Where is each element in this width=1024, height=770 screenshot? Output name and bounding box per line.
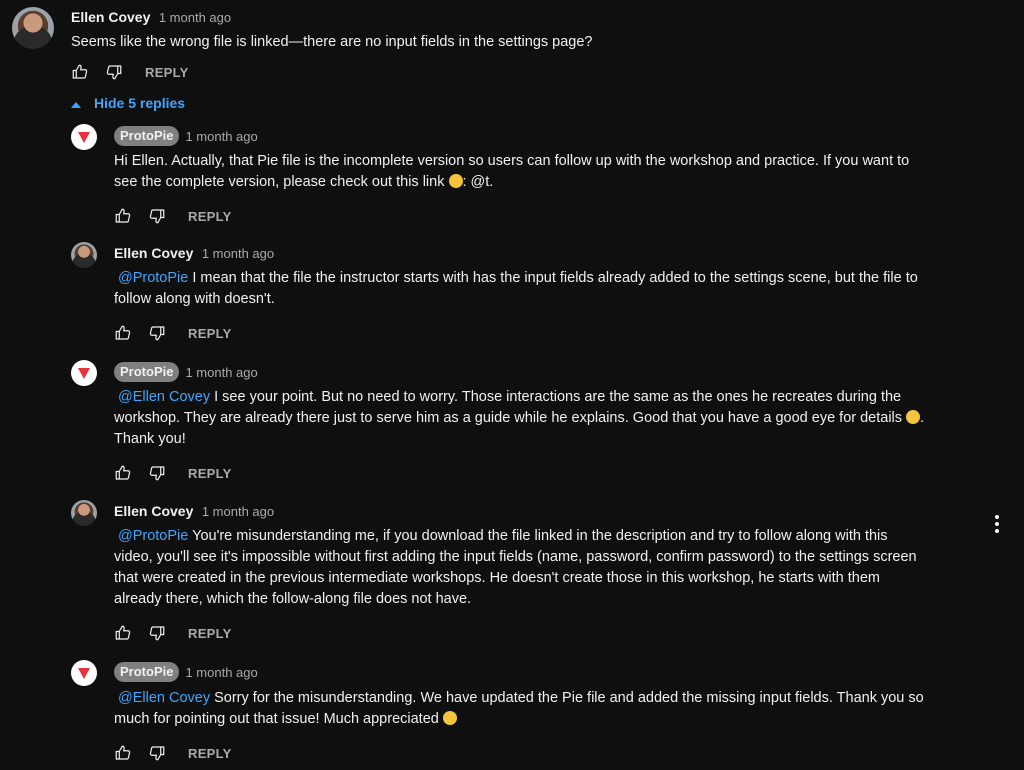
protopie-logo-icon — [78, 132, 90, 143]
reply-text-line: workshop. They are already there just to… — [114, 410, 903, 426]
thumbs-down-icon[interactable] — [105, 63, 123, 81]
timestamp[interactable]: 1 month ago — [202, 246, 274, 261]
timestamp[interactable]: 1 month ago — [202, 504, 274, 519]
reply-text: @Ellen Covey I see your point. But no ne… — [114, 387, 994, 450]
reply-text-line: that were created in the previous interm… — [114, 570, 881, 586]
reply-actions: REPLY — [114, 744, 232, 762]
thumbs-down-icon[interactable] — [148, 624, 166, 642]
mention-link[interactable]: @Ellen Covey — [118, 389, 210, 405]
reply-text-line: . — [920, 410, 925, 426]
avatar[interactable] — [71, 660, 97, 686]
thumbs-up-icon[interactable] — [114, 744, 132, 762]
reply-header: ProtoPie 1 month ago — [114, 126, 258, 146]
avatar[interactable] — [71, 124, 97, 150]
author-name[interactable]: Ellen Covey — [71, 9, 150, 25]
more-vert-icon[interactable] — [995, 515, 999, 533]
emoji-icon — [906, 410, 921, 424]
hide-replies-button[interactable]: Hide 5 replies — [71, 95, 185, 111]
reply-header: Ellen Covey 1 month ago — [114, 245, 274, 263]
avatar[interactable] — [71, 360, 97, 386]
reply-button[interactable]: REPLY — [188, 466, 232, 481]
author-badge[interactable]: ProtoPie — [114, 662, 180, 682]
reply-button[interactable]: REPLY — [188, 626, 232, 641]
timestamp[interactable]: 1 month ago — [159, 10, 231, 25]
thumbs-up-icon[interactable] — [114, 324, 132, 342]
mention-link[interactable]: @ProtoPie — [118, 270, 188, 286]
reply-text: @ProtoPie I mean that the file the instr… — [114, 268, 994, 310]
reply-text: @Ellen Covey Sorry for the misunderstand… — [114, 688, 994, 730]
reply-text-line: much for pointing out that issue! Much a… — [114, 711, 439, 727]
thumbs-up-icon[interactable] — [71, 63, 89, 81]
reply-header: ProtoPie 1 month ago — [114, 662, 258, 682]
emoji-icon — [442, 711, 457, 725]
reply-text-line: I see your point. But no need to worry. … — [210, 389, 902, 405]
reply-text-line: I mean that the file the instructor star… — [188, 270, 918, 286]
reply-text-line: Sorry for the misunderstanding. We have … — [210, 690, 924, 706]
mention-link[interactable]: @ProtoPie — [118, 528, 188, 544]
reply-text-line: video, you'll see it's impossible withou… — [114, 549, 917, 565]
thumbs-down-icon[interactable] — [148, 207, 166, 225]
thumbs-up-icon[interactable] — [114, 207, 132, 225]
reply-header: Ellen Covey 1 month ago — [114, 503, 274, 521]
thumbs-up-icon[interactable] — [114, 464, 132, 482]
caret-up-icon — [71, 95, 81, 111]
reply-text: @ProtoPie You're misunderstanding me, if… — [114, 526, 994, 610]
hide-replies-label: Hide 5 replies — [94, 95, 186, 111]
protopie-logo-icon — [78, 668, 90, 679]
reply-text: Hi Ellen. Actually, that Pie file is the… — [114, 151, 994, 193]
reply-text-line: Hi Ellen. Actually, that Pie file is the… — [114, 153, 910, 169]
reply-button[interactable]: REPLY — [188, 326, 232, 341]
reply-header: ProtoPie 1 month ago — [114, 362, 258, 382]
reply-text-line: Thank you! — [114, 431, 186, 447]
comment-text: Seems like the wrong file is linked—ther… — [71, 34, 593, 50]
timestamp[interactable]: 1 month ago — [185, 665, 257, 680]
thumbs-down-icon[interactable] — [148, 464, 166, 482]
author-name[interactable]: Ellen Covey — [114, 503, 193, 519]
comment-actions: REPLY — [71, 63, 189, 81]
reply-text-line: already there, which the follow-along fi… — [114, 591, 472, 607]
timestamp[interactable]: 1 month ago — [185, 365, 257, 380]
author-badge[interactable]: ProtoPie — [114, 362, 180, 382]
emoji-icon — [448, 174, 463, 188]
reply-text-line: : @t. — [462, 174, 494, 190]
reply-actions: REPLY — [114, 464, 232, 482]
reply-button[interactable]: REPLY — [145, 65, 189, 80]
avatar[interactable] — [71, 500, 97, 526]
reply-actions: REPLY — [114, 324, 232, 342]
mention-link[interactable]: @Ellen Covey — [118, 690, 210, 706]
reply-actions: REPLY — [114, 624, 232, 642]
reply-text-line: see the complete version, please check o… — [114, 174, 445, 190]
reply-actions: REPLY — [114, 207, 232, 225]
reply-text-line: You're misunderstanding me, if you downl… — [188, 528, 888, 544]
timestamp[interactable]: 1 month ago — [185, 129, 257, 144]
reply-button[interactable]: REPLY — [188, 209, 232, 224]
avatar[interactable] — [71, 242, 97, 268]
thumbs-up-icon[interactable] — [114, 624, 132, 642]
thumbs-down-icon[interactable] — [148, 324, 166, 342]
reply-button[interactable]: REPLY — [188, 746, 232, 761]
author-badge[interactable]: ProtoPie — [114, 126, 180, 146]
author-name[interactable]: Ellen Covey — [114, 245, 193, 261]
protopie-logo-icon — [78, 368, 90, 379]
comment-header: Ellen Covey 1 month ago — [71, 9, 231, 27]
avatar[interactable] — [12, 7, 54, 49]
reply-text-line: follow along with doesn't. — [114, 291, 275, 307]
thumbs-down-icon[interactable] — [148, 744, 166, 762]
